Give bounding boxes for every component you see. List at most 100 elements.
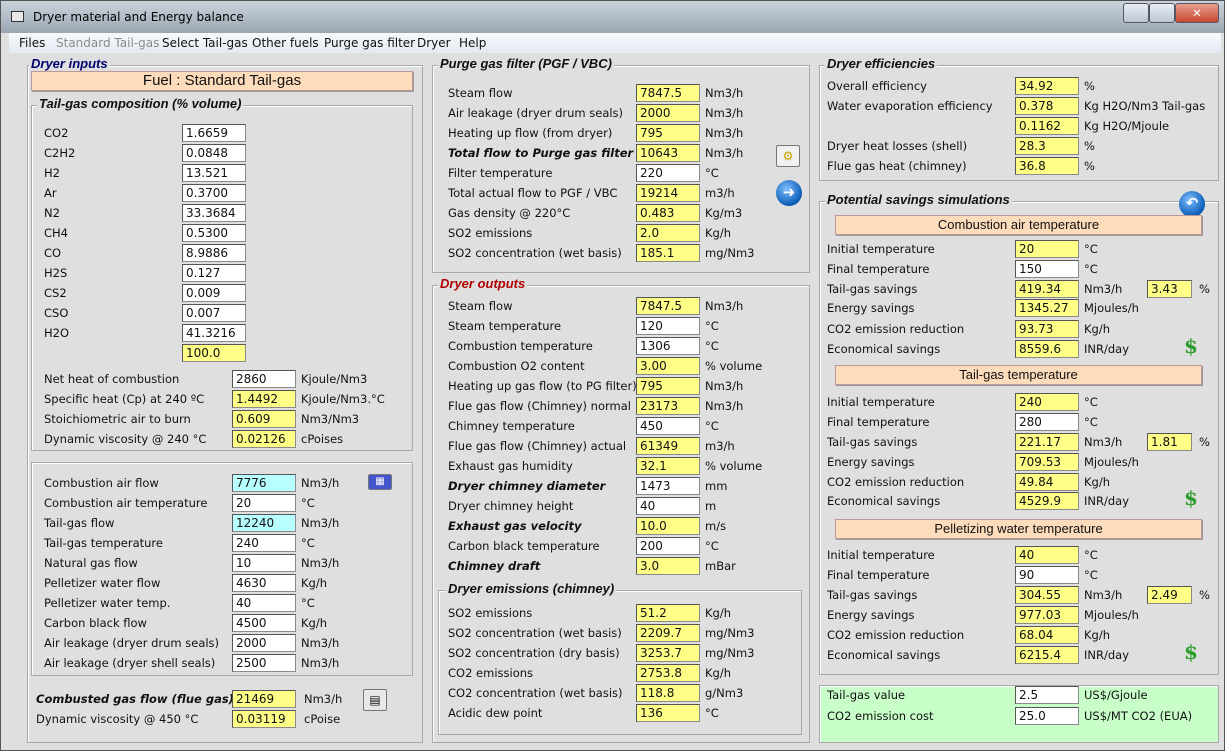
emission-field[interactable]: 118.8 [636,684,700,702]
pgf-field[interactable]: 185.1 [636,244,700,262]
composition-field[interactable]: 41.3216 [182,324,246,342]
menu-purge-gas-filter[interactable]: Purge gas filter [324,36,415,50]
process-input-field[interactable]: 20 [232,494,296,512]
dryer-output-field[interactable]: 1473 [636,477,700,495]
dryer-output-field[interactable]: 7847.5 [636,297,700,315]
savings-field[interactable]: 4529.9 [1015,492,1079,510]
property-field[interactable]: 1.4492 [232,390,296,408]
pgf-field[interactable]: 795 [636,124,700,142]
dryer-output-field[interactable]: 23173 [636,397,700,415]
cost-field[interactable]: 25.0 [1015,707,1079,725]
dryer-output-field[interactable]: 61349 [636,437,700,455]
report-icon[interactable]: ▤ [363,689,387,711]
flue-gas-field[interactable]: 21469 [232,690,296,708]
emission-field[interactable]: 51.2 [636,604,700,622]
dryer-output-field[interactable]: 200 [636,537,700,555]
savings-field[interactable]: 8559.6 [1015,340,1079,358]
maximize-button[interactable] [1149,3,1175,23]
process-input-field[interactable]: 4630 [232,574,296,592]
savings-field[interactable]: 20 [1015,240,1079,258]
pgf-field[interactable]: 19214 [636,184,700,202]
dryer-output-field[interactable]: 3.00 [636,357,700,375]
pgf-field[interactable]: 10643 [636,144,700,162]
menu-select-tail-gas[interactable]: Select Tail-gas [162,36,248,50]
savings-field[interactable]: 221.17 [1015,433,1079,451]
savings-percent-field[interactable]: 2.49 [1147,586,1192,604]
composition-field[interactable]: 0.0848 [182,144,246,162]
savings-field[interactable]: 1345.27 [1015,299,1079,317]
efficiency-field[interactable]: 0.1162 [1015,117,1079,135]
savings-field[interactable]: 150 [1015,260,1079,278]
savings-field[interactable]: 977.03 [1015,606,1079,624]
dryer-output-field[interactable]: 3.0 [636,557,700,575]
filter-settings-icon[interactable]: ⚙ [776,145,800,167]
back-arrow-icon[interactable]: ↶ [1179,191,1205,217]
savings-field[interactable]: 93.73 [1015,320,1079,338]
efficiency-field[interactable]: 0.378 [1015,97,1079,115]
next-arrow-icon[interactable]: ➜ [776,180,802,206]
savings-field[interactable]: 49.84 [1015,473,1079,491]
savings-field[interactable]: 709.53 [1015,453,1079,471]
savings-field[interactable]: 6215.4 [1015,646,1079,664]
property-field[interactable]: 2860 [232,370,296,388]
savings-field[interactable]: 40 [1015,546,1079,564]
dollar-icon[interactable]: $ [1184,486,1198,510]
process-input-field[interactable]: 10 [232,554,296,572]
pgf-field[interactable]: 7847.5 [636,84,700,102]
composition-field[interactable]: 100.0 [182,344,246,362]
dryer-output-field[interactable]: 40 [636,497,700,515]
dryer-output-field[interactable]: 10.0 [636,517,700,535]
savings-field[interactable]: 280 [1015,413,1079,431]
menu-files[interactable]: Files [19,36,45,50]
property-field[interactable]: 0.02126 [232,430,296,448]
efficiency-field[interactable]: 28.3 [1015,137,1079,155]
menu-standard-tail-gas[interactable]: Standard Tail-gas [56,36,159,50]
dryer-output-field[interactable]: 120 [636,317,700,335]
process-input-field[interactable]: 240 [232,534,296,552]
emission-field[interactable]: 2753.8 [636,664,700,682]
composition-field[interactable]: 8.9886 [182,244,246,262]
calculator-icon[interactable]: ▦ [368,474,392,490]
savings-field[interactable]: 68.04 [1015,626,1079,644]
emission-field[interactable]: 136 [636,704,700,722]
dryer-output-field[interactable]: 795 [636,377,700,395]
minimize-button[interactable] [1123,3,1149,23]
composition-field[interactable]: 13.521 [182,164,246,182]
efficiency-field[interactable]: 36.8 [1015,157,1079,175]
savings-percent-field[interactable]: 3.43 [1147,280,1192,298]
cost-field[interactable]: 2.5 [1015,686,1079,704]
savings-field[interactable]: 419.34 [1015,280,1079,298]
composition-field[interactable]: 33.3684 [182,204,246,222]
process-input-field[interactable]: 2500 [232,654,296,672]
process-input-field[interactable]: 12240 [232,514,296,532]
emission-field[interactable]: 2209.7 [636,624,700,642]
composition-field[interactable]: 0.127 [182,264,246,282]
composition-field[interactable]: 0.3700 [182,184,246,202]
property-field[interactable]: 0.609 [232,410,296,428]
pgf-field[interactable]: 220 [636,164,700,182]
process-input-field[interactable]: 2000 [232,634,296,652]
menu-dryer[interactable]: Dryer [417,36,451,50]
process-input-field[interactable]: 4500 [232,614,296,632]
pgf-field[interactable]: 2000 [636,104,700,122]
dryer-output-field[interactable]: 32.1 [636,457,700,475]
process-input-field[interactable]: 7776 [232,474,296,492]
dollar-icon[interactable]: $ [1184,640,1198,664]
savings-percent-field[interactable]: 1.81 [1147,433,1192,451]
dryer-output-field[interactable]: 450 [636,417,700,435]
pgf-field[interactable]: 2.0 [636,224,700,242]
composition-field[interactable]: 0.007 [182,304,246,322]
pgf-field[interactable]: 0.483 [636,204,700,222]
menu-help[interactable]: Help [459,36,486,50]
flue-gas-field[interactable]: 0.03119 [232,710,296,728]
close-button[interactable]: ✕ [1175,3,1219,23]
composition-field[interactable]: 1.6659 [182,124,246,142]
dollar-icon[interactable]: $ [1184,334,1198,358]
emission-field[interactable]: 3253.7 [636,644,700,662]
composition-field[interactable]: 0.5300 [182,224,246,242]
efficiency-field[interactable]: 34.92 [1015,77,1079,95]
menu-other-fuels[interactable]: Other fuels [252,36,319,50]
savings-field[interactable]: 90 [1015,566,1079,584]
savings-field[interactable]: 240 [1015,393,1079,411]
composition-field[interactable]: 0.009 [182,284,246,302]
